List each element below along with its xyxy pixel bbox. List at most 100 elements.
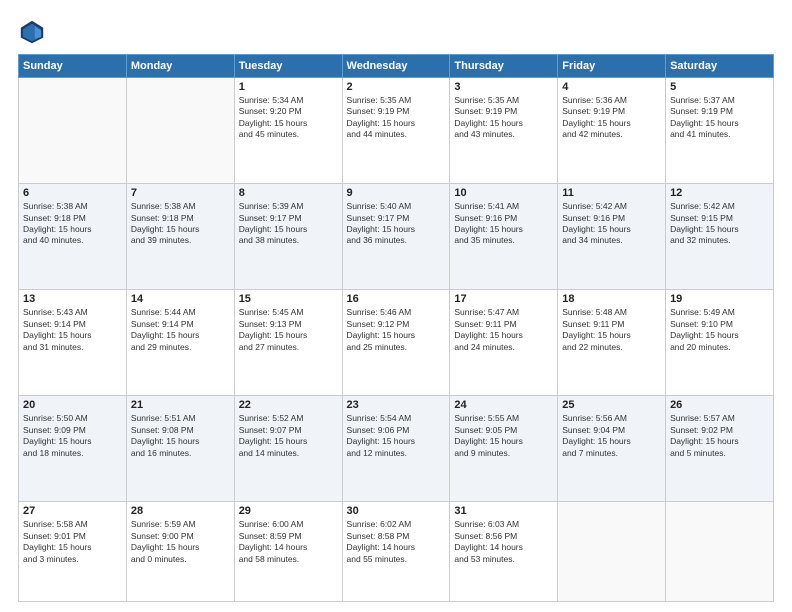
calendar-cell: 23 Sunrise: 5:54 AM Sunset: 9:06 PM Dayli… — [342, 396, 450, 502]
weekday-header: Thursday — [450, 55, 558, 78]
day-info: Sunrise: 5:50 AM Sunset: 9:09 PM Dayligh… — [23, 413, 122, 459]
day-info: Sunrise: 5:35 AM Sunset: 9:19 PM Dayligh… — [347, 95, 446, 141]
calendar-week-row: 27Sunrise: 5:58 AM Sunset: 9:01 PM Dayli… — [19, 502, 774, 602]
day-info: Sunrise: 5:42 AM Sunset: 9:16 PM Dayligh… — [562, 201, 661, 247]
calendar-cell: 16 Sunrise: 5:46 AM Sunset: 9:12 PM Dayli… — [342, 290, 450, 396]
calendar-week-row: 13 Sunrise: 5:43 AM Sunset: 9:14 PM Dayli… — [19, 290, 774, 396]
calendar-cell: 25 Sunrise: 5:56 AM Sunset: 9:04 PM Dayli… — [558, 396, 666, 502]
calendar-cell: 9 Sunrise: 5:40 AM Sunset: 9:17 PM Daylig… — [342, 184, 450, 290]
day-info: Sunrise: 5:59 AM Sunset: 9:00 PM Dayligh… — [131, 519, 230, 565]
calendar-table: SundayMondayTuesdayWednesdayThursdayFrid… — [18, 54, 774, 602]
day-number: 6 — [23, 187, 122, 199]
day-info: Sunrise: 5:44 AM Sunset: 9:14 PM Dayligh… — [131, 307, 230, 353]
day-info: Sunrise: 5:52 AM Sunset: 9:07 PM Dayligh… — [239, 413, 338, 459]
calendar-cell: 20 Sunrise: 5:50 AM Sunset: 9:09 PM Dayli… — [19, 396, 127, 502]
weekday-header: Wednesday — [342, 55, 450, 78]
calendar-header-row: SundayMondayTuesdayWednesdayThursdayFrid… — [19, 55, 774, 78]
day-info: Sunrise: 6:02 AM Sunset: 8:58 PM Dayligh… — [347, 519, 446, 565]
calendar-cell: 12Sunrise: 5:42 AM Sunset: 9:15 PM Dayli… — [666, 184, 774, 290]
calendar-cell: 28 Sunrise: 5:59 AM Sunset: 9:00 PM Dayli… — [126, 502, 234, 602]
day-number: 26 — [670, 399, 769, 411]
day-info: Sunrise: 5:58 AM Sunset: 9:01 PM Dayligh… — [23, 519, 122, 565]
weekday-header: Tuesday — [234, 55, 342, 78]
day-number: 11 — [562, 187, 661, 199]
calendar-week-row: 6 Sunrise: 5:38 AM Sunset: 9:18 PM Daylig… — [19, 184, 774, 290]
calendar-cell — [126, 78, 234, 184]
day-number: 16 — [347, 293, 446, 305]
calendar-cell: 7Sunrise: 5:38 AM Sunset: 9:18 PM Daylig… — [126, 184, 234, 290]
day-number: 15 — [239, 293, 338, 305]
day-info: Sunrise: 6:03 AM Sunset: 8:56 PM Dayligh… — [454, 519, 553, 565]
day-info: Sunrise: 5:43 AM Sunset: 9:14 PM Dayligh… — [23, 307, 122, 353]
day-info: Sunrise: 6:00 AM Sunset: 8:59 PM Dayligh… — [239, 519, 338, 565]
day-number: 5 — [670, 81, 769, 93]
header — [18, 18, 774, 46]
day-info: Sunrise: 5:36 AM Sunset: 9:19 PM Dayligh… — [562, 95, 661, 141]
day-number: 4 — [562, 81, 661, 93]
day-number: 30 — [347, 505, 446, 517]
weekday-header: Monday — [126, 55, 234, 78]
day-number: 20 — [23, 399, 122, 411]
day-number: 10 — [454, 187, 553, 199]
calendar-cell — [666, 502, 774, 602]
day-number: 22 — [239, 399, 338, 411]
day-number: 29 — [239, 505, 338, 517]
calendar-cell: 18Sunrise: 5:48 AM Sunset: 9:11 PM Dayli… — [558, 290, 666, 396]
day-number: 8 — [239, 187, 338, 199]
page: SundayMondayTuesdayWednesdayThursdayFrid… — [0, 0, 792, 612]
day-info: Sunrise: 5:46 AM Sunset: 9:12 PM Dayligh… — [347, 307, 446, 353]
day-info: Sunrise: 5:37 AM Sunset: 9:19 PM Dayligh… — [670, 95, 769, 141]
day-number: 13 — [23, 293, 122, 305]
day-number: 19 — [670, 293, 769, 305]
calendar-cell: 1Sunrise: 5:34 AM Sunset: 9:20 PM Daylig… — [234, 78, 342, 184]
day-info: Sunrise: 5:48 AM Sunset: 9:11 PM Dayligh… — [562, 307, 661, 353]
calendar-cell: 2 Sunrise: 5:35 AM Sunset: 9:19 PM Daylig… — [342, 78, 450, 184]
day-info: Sunrise: 5:34 AM Sunset: 9:20 PM Dayligh… — [239, 95, 338, 141]
calendar-cell: 31 Sunrise: 6:03 AM Sunset: 8:56 PM Dayli… — [450, 502, 558, 602]
day-info: Sunrise: 5:49 AM Sunset: 9:10 PM Dayligh… — [670, 307, 769, 353]
weekday-header: Sunday — [19, 55, 127, 78]
calendar-cell: 10 Sunrise: 5:41 AM Sunset: 9:16 PM Dayli… — [450, 184, 558, 290]
calendar-cell: 15 Sunrise: 5:45 AM Sunset: 9:13 PM Dayli… — [234, 290, 342, 396]
day-info: Sunrise: 5:42 AM Sunset: 9:15 PM Dayligh… — [670, 201, 769, 247]
calendar-cell: 21Sunrise: 5:51 AM Sunset: 9:08 PM Dayli… — [126, 396, 234, 502]
day-number: 25 — [562, 399, 661, 411]
day-info: Sunrise: 5:35 AM Sunset: 9:19 PM Dayligh… — [454, 95, 553, 141]
day-number: 23 — [347, 399, 446, 411]
calendar-week-row: 20 Sunrise: 5:50 AM Sunset: 9:09 PM Dayli… — [19, 396, 774, 502]
calendar-cell: 6 Sunrise: 5:38 AM Sunset: 9:18 PM Daylig… — [19, 184, 127, 290]
weekday-header: Saturday — [666, 55, 774, 78]
day-number: 28 — [131, 505, 230, 517]
day-info: Sunrise: 5:54 AM Sunset: 9:06 PM Dayligh… — [347, 413, 446, 459]
day-info: Sunrise: 5:38 AM Sunset: 9:18 PM Dayligh… — [23, 201, 122, 247]
day-info: Sunrise: 5:47 AM Sunset: 9:11 PM Dayligh… — [454, 307, 553, 353]
day-info: Sunrise: 5:40 AM Sunset: 9:17 PM Dayligh… — [347, 201, 446, 247]
calendar-cell: 13 Sunrise: 5:43 AM Sunset: 9:14 PM Dayli… — [19, 290, 127, 396]
day-number: 14 — [131, 293, 230, 305]
day-info: Sunrise: 5:41 AM Sunset: 9:16 PM Dayligh… — [454, 201, 553, 247]
calendar-cell — [19, 78, 127, 184]
calendar-cell: 14 Sunrise: 5:44 AM Sunset: 9:14 PM Dayli… — [126, 290, 234, 396]
calendar-cell: 19 Sunrise: 5:49 AM Sunset: 9:10 PM Dayli… — [666, 290, 774, 396]
day-info: Sunrise: 5:55 AM Sunset: 9:05 PM Dayligh… — [454, 413, 553, 459]
day-info: Sunrise: 5:56 AM Sunset: 9:04 PM Dayligh… — [562, 413, 661, 459]
calendar-cell: 26 Sunrise: 5:57 AM Sunset: 9:02 PM Dayli… — [666, 396, 774, 502]
calendar-cell: 17Sunrise: 5:47 AM Sunset: 9:11 PM Dayli… — [450, 290, 558, 396]
day-info: Sunrise: 5:39 AM Sunset: 9:17 PM Dayligh… — [239, 201, 338, 247]
calendar-cell: 4 Sunrise: 5:36 AM Sunset: 9:19 PM Daylig… — [558, 78, 666, 184]
day-info: Sunrise: 5:51 AM Sunset: 9:08 PM Dayligh… — [131, 413, 230, 459]
day-number: 3 — [454, 81, 553, 93]
day-info: Sunrise: 5:57 AM Sunset: 9:02 PM Dayligh… — [670, 413, 769, 459]
calendar-cell: 11 Sunrise: 5:42 AM Sunset: 9:16 PM Dayli… — [558, 184, 666, 290]
day-info: Sunrise: 5:45 AM Sunset: 9:13 PM Dayligh… — [239, 307, 338, 353]
calendar-week-row: 1Sunrise: 5:34 AM Sunset: 9:20 PM Daylig… — [19, 78, 774, 184]
day-number: 7 — [131, 187, 230, 199]
calendar-cell: 22 Sunrise: 5:52 AM Sunset: 9:07 PM Dayli… — [234, 396, 342, 502]
calendar-cell: 30 Sunrise: 6:02 AM Sunset: 8:58 PM Dayli… — [342, 502, 450, 602]
day-number: 2 — [347, 81, 446, 93]
calendar-cell: 8 Sunrise: 5:39 AM Sunset: 9:17 PM Daylig… — [234, 184, 342, 290]
day-number: 9 — [347, 187, 446, 199]
calendar-cell: 3 Sunrise: 5:35 AM Sunset: 9:19 PM Daylig… — [450, 78, 558, 184]
day-number: 31 — [454, 505, 553, 517]
calendar-cell: 24Sunrise: 5:55 AM Sunset: 9:05 PM Dayli… — [450, 396, 558, 502]
